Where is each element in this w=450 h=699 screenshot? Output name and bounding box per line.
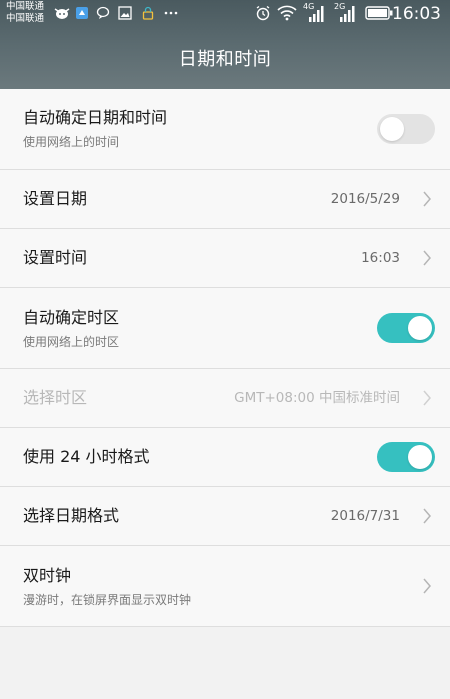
- status-time: 16:03: [392, 4, 441, 24]
- auto-timezone-toggle[interactable]: [377, 313, 435, 343]
- carrier-labels: 中国联通 中国联通: [6, 1, 44, 25]
- chevron-right-icon: [423, 191, 431, 207]
- select-timezone-row: 选择时区 GMT+08:00 中国标准时间: [0, 369, 450, 428]
- app-notification-icon: [75, 5, 89, 21]
- battery-icon: [365, 5, 393, 21]
- set-time-label: 设置时间: [23, 248, 88, 267]
- use-24-hour-label: 使用 24 小时格式: [23, 447, 150, 466]
- auto-datetime-toggle[interactable]: [377, 114, 435, 144]
- use-24-hour-toggle[interactable]: [377, 442, 435, 472]
- alarm-clock-icon: [255, 5, 271, 21]
- cow-app-icon: [54, 5, 70, 21]
- carrier-2-label: 中国联通: [6, 13, 45, 24]
- dual-clock-sub: 漫游时，在锁屏界面显示双时钟: [23, 593, 192, 607]
- chevron-right-icon: [423, 250, 431, 266]
- dual-clock-label: 双时钟: [23, 566, 72, 585]
- more-notifications-icon: [164, 5, 178, 21]
- date-format-label: 选择日期格式: [23, 506, 120, 525]
- set-time-value: 16:03: [361, 250, 400, 266]
- app-header: 中国联通 中国联通 4G 2G 16:03 日期和时间: [0, 0, 450, 89]
- page-title: 日期和时间: [178, 49, 272, 70]
- signal-2g-icon: 2G: [334, 2, 356, 24]
- auto-datetime-label: 自动确定日期和时间: [23, 108, 168, 127]
- use-24-hour-row[interactable]: 使用 24 小时格式: [0, 428, 450, 487]
- auto-datetime-row[interactable]: 自动确定日期和时间 使用网络上的时间: [0, 89, 450, 170]
- settings-list: 自动确定日期和时间 使用网络上的时间 设置日期 2016/5/29 设置时间 1…: [0, 89, 450, 627]
- date-format-value: 2016/7/31: [330, 508, 400, 524]
- chevron-right-icon: [423, 508, 431, 524]
- toggle-knob: [380, 117, 404, 141]
- dual-clock-row[interactable]: 双时钟 漫游时，在锁屏界面显示双时钟: [0, 546, 450, 627]
- wifi-icon: [277, 5, 297, 21]
- chevron-right-icon: [423, 578, 431, 594]
- chevron-right-icon: [423, 390, 431, 406]
- auto-datetime-sub: 使用网络上的时间: [23, 135, 120, 149]
- status-bar: 中国联通 中国联通 4G 2G 16:03: [0, 0, 450, 28]
- date-format-row[interactable]: 选择日期格式 2016/7/31: [0, 487, 450, 546]
- lock-shield-icon: [141, 5, 155, 21]
- select-timezone-value: GMT+08:00 中国标准时间: [234, 390, 400, 406]
- toggle-knob: [408, 316, 432, 340]
- set-date-value: 2016/5/29: [330, 191, 400, 207]
- auto-timezone-row[interactable]: 自动确定时区 使用网络上的时区: [0, 288, 450, 369]
- image-icon: [118, 5, 132, 21]
- set-date-label: 设置日期: [23, 189, 88, 208]
- signal-4g-icon: 4G: [303, 2, 325, 24]
- message-bubble-icon: [96, 5, 110, 21]
- carrier-1-label: 中国联通: [6, 1, 45, 12]
- set-date-row[interactable]: 设置日期 2016/5/29: [0, 170, 450, 229]
- auto-timezone-sub: 使用网络上的时区: [23, 335, 120, 349]
- auto-timezone-label: 自动确定时区: [23, 308, 120, 327]
- set-time-row[interactable]: 设置时间 16:03: [0, 229, 450, 288]
- select-timezone-label: 选择时区: [23, 388, 88, 407]
- toggle-knob: [408, 445, 432, 469]
